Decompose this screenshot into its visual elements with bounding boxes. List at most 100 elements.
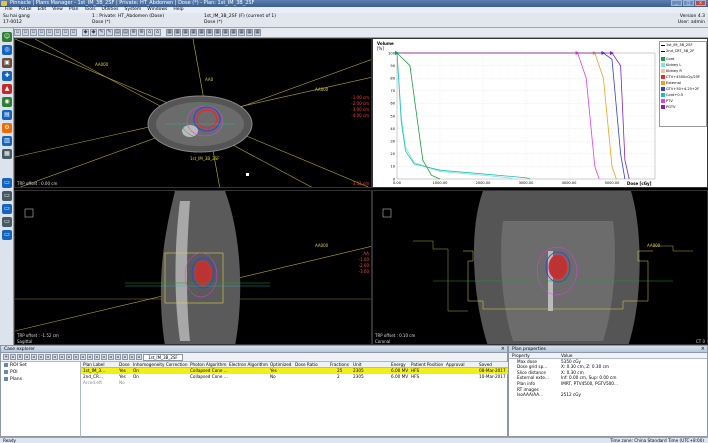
- tool-icon[interactable]: ✎: [106, 29, 113, 36]
- dvh-ytick-label: 50: [390, 114, 395, 118]
- tool-icon[interactable]: ▤: [114, 29, 121, 36]
- tool-icon[interactable]: ⊕: [130, 29, 137, 36]
- tool-icon[interactable]: ▫: [80, 354, 86, 360]
- tool-icon[interactable]: ▦: [182, 29, 189, 36]
- dvh-ytick-label: 30: [390, 140, 395, 144]
- tool-icon[interactable]: ▦: [190, 29, 197, 36]
- layout-icon[interactable]: ▭: [2, 178, 12, 188]
- new-icon[interactable]: +: [3, 354, 9, 360]
- tool-icon[interactable]: ✎: [98, 29, 105, 36]
- dvh-ytick-label: 70: [390, 89, 395, 93]
- axial-label-top: AA0: [205, 77, 214, 82]
- tool-icon[interactable]: ▫: [66, 354, 72, 360]
- tool-icon[interactable]: ▦: [222, 29, 229, 36]
- beam-icon[interactable]: ▲: [2, 84, 12, 94]
- table-row[interactable]: Arced.eft No: [81, 380, 509, 386]
- dose-icon[interactable]: ◉: [2, 97, 12, 107]
- toolbar-separator: [162, 29, 165, 36]
- tool-icon[interactable]: ▫: [38, 29, 45, 36]
- layout-icon[interactable]: ▭: [2, 217, 12, 227]
- tree-item-plans[interactable]: Plans: [1, 376, 80, 383]
- tool-icon[interactable]: ▦: [230, 29, 237, 36]
- tool-icon[interactable]: ▫: [30, 29, 37, 36]
- close-icon[interactable]: ×: [701, 346, 705, 353]
- tool-icon[interactable]: ▦: [246, 29, 253, 36]
- tool-icon[interactable]: ▫: [31, 354, 37, 360]
- folder-icon: [4, 369, 8, 374]
- viewport-area: AA000 AA000 AA0 1st_IM_3B_2SF TRP offset…: [14, 38, 708, 345]
- tool-icon[interactable]: ◆: [90, 29, 97, 36]
- dvh-yunit: [%]: [377, 46, 384, 51]
- sagittal-label-right: AA000: [315, 243, 329, 248]
- optimize-icon[interactable]: ⚙: [2, 123, 12, 133]
- tool-icon[interactable]: ▫: [24, 354, 30, 360]
- close-button[interactable]: ×: [695, 0, 706, 6]
- axial-view[interactable]: AA000 AA000 AA0 1st_IM_3B_2SF TRP offset…: [14, 38, 372, 188]
- status-bar: Ready Time zone: China Standard Time (UT…: [0, 437, 708, 443]
- poi-icon[interactable]: ✚: [2, 71, 12, 81]
- minimize-button[interactable]: _: [671, 0, 682, 6]
- tool-icon[interactable]: ▫: [115, 354, 121, 360]
- tool-icon[interactable]: ▫: [136, 354, 142, 360]
- dvh-ytick-label: 40: [390, 127, 395, 131]
- tool-icon[interactable]: ▫: [45, 354, 51, 360]
- image-icon[interactable]: ▣: [2, 58, 12, 68]
- maximize-button[interactable]: □: [683, 0, 694, 6]
- case-tree: ROI Set POI Plans: [1, 362, 81, 438]
- tool-icon[interactable]: ▫: [101, 354, 107, 360]
- delete-icon[interactable]: ×: [17, 354, 23, 360]
- tool-icon[interactable]: ▫: [70, 29, 77, 36]
- tool-icon[interactable]: ▦: [214, 29, 221, 36]
- report-icon[interactable]: ▦: [2, 149, 12, 159]
- tool-icon[interactable]: ⌂: [154, 29, 161, 36]
- tree-item-poi[interactable]: POI: [1, 369, 80, 376]
- tool-icon[interactable]: ▫: [54, 29, 61, 36]
- tool-icon[interactable]: ▫: [62, 29, 69, 36]
- tool-icon[interactable]: ▫: [38, 354, 44, 360]
- tool-icon[interactable]: ▫: [59, 354, 65, 360]
- tool-icon[interactable]: ▦: [206, 29, 213, 36]
- tool-icon[interactable]: ⊕: [138, 29, 145, 36]
- tool-icon[interactable]: ▫: [14, 29, 21, 36]
- dvh-chart[interactable]: 100 90 80 70 60 50 40 30 20 10 0 0.00 1000.00 2000.00…: [372, 38, 708, 188]
- coronal-view[interactable]: AA000 TRP offset : 0.10 cm Coronal CT 0: [372, 190, 708, 345]
- tree-item-roi[interactable]: ROI Set: [1, 362, 80, 369]
- patient-icon[interactable]: ☺: [2, 32, 12, 42]
- tool-icon[interactable]: ▦: [254, 29, 261, 36]
- tool-icon[interactable]: ◆: [82, 29, 89, 36]
- close-icon[interactable]: ×: [501, 346, 505, 353]
- tool-icon[interactable]: ▤: [122, 29, 129, 36]
- tool-icon[interactable]: ▫: [122, 354, 128, 360]
- plan-selector[interactable]: 1st_IM_3B_2SF: [143, 353, 183, 361]
- tool-icon[interactable]: ▫: [46, 29, 53, 36]
- patient-info-bar: Su hai gang 17-0012 1 : Private: HT_Abdo…: [0, 13, 708, 28]
- toolbar-separator: [78, 29, 81, 36]
- tool-icon[interactable]: ▫: [73, 354, 79, 360]
- tool-icon[interactable]: ▫: [129, 354, 135, 360]
- tool-icon[interactable]: ▫: [94, 354, 100, 360]
- tool-icon[interactable]: ▦: [166, 29, 173, 36]
- tool-icon[interactable]: ⌂: [146, 29, 153, 36]
- sagittal-iso-4: -3.00: [358, 269, 369, 274]
- tool-icon[interactable]: ▫: [22, 29, 29, 36]
- folder-icon: [4, 362, 8, 367]
- tool-icon[interactable]: ▫: [87, 354, 93, 360]
- bottom-panels: Case explorer × + ▫ × ▫ ▫ ▫ ▫ ▫ ▫ ▫ ▫ ▫ …: [0, 345, 708, 438]
- layout-icon[interactable]: ▭: [2, 230, 12, 240]
- dvh-ytick-label: 90: [390, 64, 395, 68]
- tool-icon[interactable]: ▫: [52, 354, 58, 360]
- tool-icon[interactable]: ▫: [108, 354, 114, 360]
- dvh-ytick-label: 20: [390, 152, 395, 156]
- legend-item[interactable]: PGTV: [660, 104, 706, 110]
- copy-icon[interactable]: ▫: [10, 354, 16, 360]
- eval-icon[interactable]: ▥: [2, 136, 12, 146]
- tool-icon[interactable]: ▦: [238, 29, 245, 36]
- tool-icon[interactable]: ▦: [198, 29, 205, 36]
- layout-icon[interactable]: ▭: [2, 204, 12, 214]
- roi-icon[interactable]: ◎: [2, 45, 12, 55]
- sagittal-iso-1: AA: [363, 251, 369, 256]
- plan-icon[interactable]: ▤: [2, 110, 12, 120]
- layout-icon[interactable]: ▭: [2, 191, 12, 201]
- tool-icon[interactable]: ▦: [174, 29, 181, 36]
- sagittal-view[interactable]: AA000 AA -1.00 -2.00 -3.00 TRP offset : …: [14, 190, 372, 345]
